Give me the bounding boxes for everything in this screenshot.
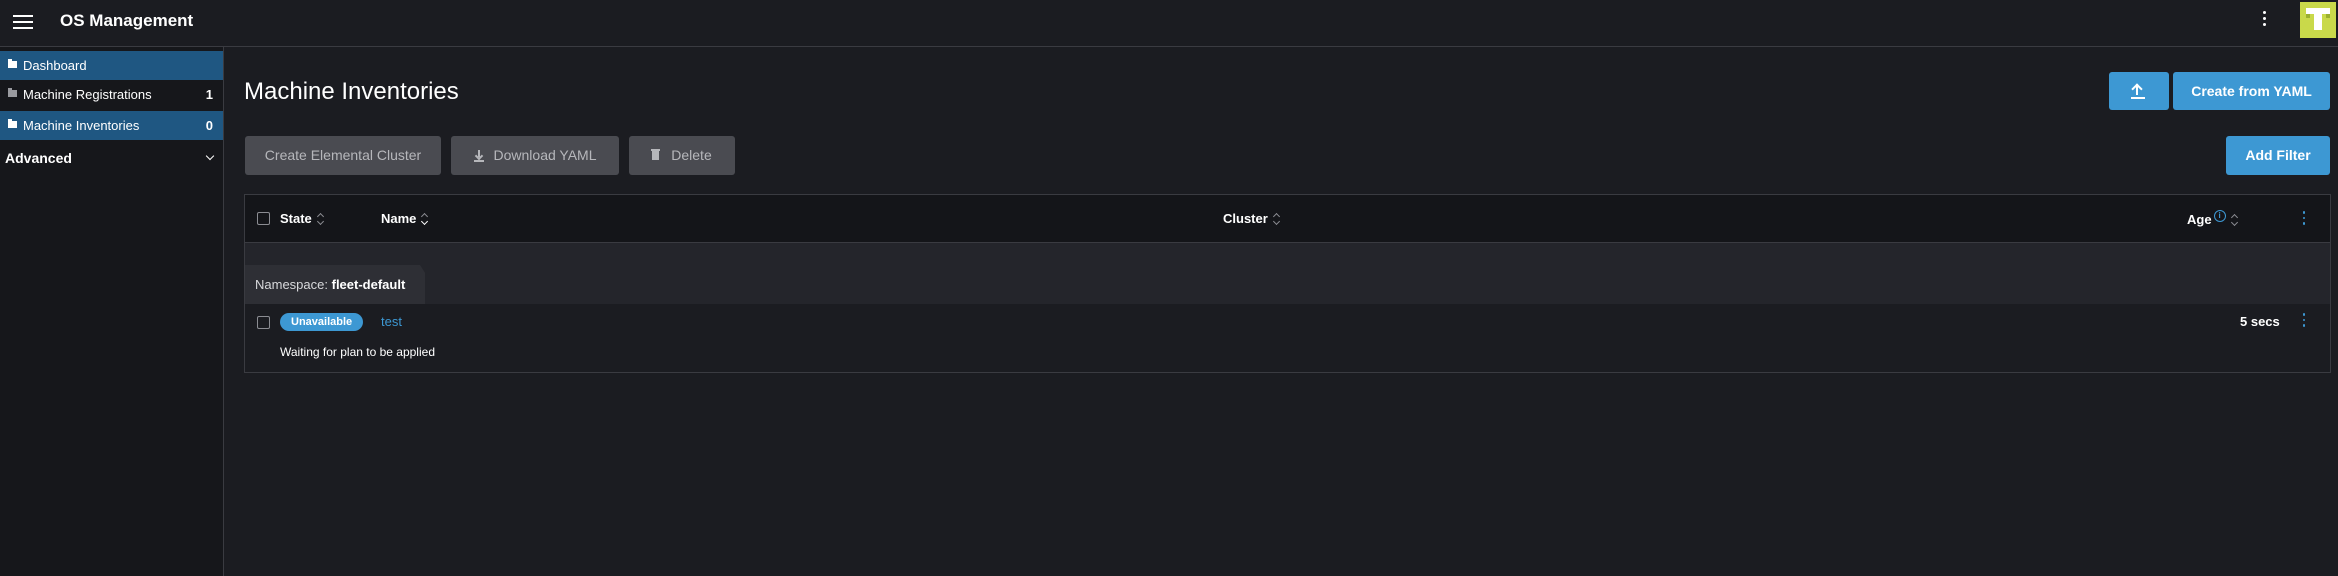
row-actions-icon[interactable] xyxy=(2298,310,2310,330)
sidebar-item-count: 0 xyxy=(205,118,213,133)
chevron-down-icon xyxy=(205,151,215,161)
folder-icon xyxy=(8,88,17,97)
sort-icon xyxy=(1273,213,1280,225)
sidebar-item-count: 1 xyxy=(205,87,213,102)
folder-icon xyxy=(8,119,17,128)
namespace-prefix: Namespace: xyxy=(255,277,328,292)
upload-icon xyxy=(2131,83,2145,99)
info-icon[interactable]: i xyxy=(2213,210,2226,222)
row-checkbox[interactable] xyxy=(257,316,270,329)
avatar-pattern-icon xyxy=(2300,2,2336,38)
delete-button[interactable]: Delete xyxy=(629,136,735,175)
sort-icon xyxy=(2231,214,2238,226)
column-label: Age xyxy=(2187,212,2212,227)
status-badge: Unavailable xyxy=(280,313,364,331)
sidebar-item-machine-inventories[interactable]: Machine Inventories 0 xyxy=(0,111,223,140)
sidebar-group-label: Advanced xyxy=(5,150,72,166)
column-header-cluster[interactable]: Cluster xyxy=(1223,210,1280,228)
column-header-age[interactable]: Age i xyxy=(2187,210,2238,229)
trash-icon xyxy=(651,149,661,160)
row-name-link[interactable]: test xyxy=(381,314,402,329)
column-header-state[interactable]: State xyxy=(280,210,324,228)
create-elemental-cluster-button[interactable]: Create Elemental Cluster xyxy=(245,136,441,175)
row-status-message: Waiting for plan to be applied xyxy=(280,345,435,359)
app-title: OS Management xyxy=(60,11,194,30)
sort-icon xyxy=(317,213,324,225)
table-header: State Name Cluster Age i xyxy=(245,195,2330,243)
row-age: 5 secs xyxy=(2240,314,2280,329)
sidebar-group-advanced[interactable]: Advanced xyxy=(5,146,217,170)
column-header-name[interactable]: Name xyxy=(381,210,428,228)
upload-button[interactable] xyxy=(2109,72,2169,110)
user-avatar[interactable] xyxy=(2300,2,2336,38)
select-all-checkbox[interactable] xyxy=(257,212,270,225)
sidebar: Dashboard Machine Registrations 1 Machin… xyxy=(0,47,224,576)
sidebar-item-dashboard[interactable]: Dashboard xyxy=(0,51,223,80)
column-label: State xyxy=(280,211,312,226)
folder-icon xyxy=(8,59,17,68)
table-row: Unavailable test Waiting for plan to be … xyxy=(245,304,2330,372)
table-options-icon[interactable] xyxy=(2298,208,2310,228)
more-options-icon[interactable] xyxy=(2256,8,2272,32)
sidebar-item-label: Dashboard xyxy=(23,58,87,73)
download-yaml-button[interactable]: Download YAML xyxy=(451,136,619,175)
page-title: Machine Inventories xyxy=(244,78,459,105)
top-header: OS Management xyxy=(0,0,2338,47)
download-icon xyxy=(473,150,484,162)
namespace-group-row: Namespace: fleet-default xyxy=(245,243,2330,304)
sidebar-item-label: Machine Registrations xyxy=(23,87,152,102)
download-yaml-label: Download YAML xyxy=(493,147,597,163)
column-label: Name xyxy=(381,211,417,226)
delete-label: Delete xyxy=(671,147,712,163)
column-label: Cluster xyxy=(1223,211,1268,226)
namespace-value: fleet-default xyxy=(331,277,406,292)
machine-inventories-table: State Name Cluster Age i Namespace: fleet… xyxy=(244,194,2331,373)
create-from-yaml-button[interactable]: Create from YAML xyxy=(2173,72,2330,110)
sidebar-item-machine-registrations[interactable]: Machine Registrations 1 xyxy=(0,80,223,109)
sidebar-item-label: Machine Inventories xyxy=(23,118,140,133)
add-filter-button[interactable]: Add Filter xyxy=(2226,136,2330,175)
namespace-label: Namespace: fleet-default xyxy=(255,277,405,293)
hamburger-menu-icon[interactable] xyxy=(13,12,33,32)
sort-icon xyxy=(421,213,428,225)
